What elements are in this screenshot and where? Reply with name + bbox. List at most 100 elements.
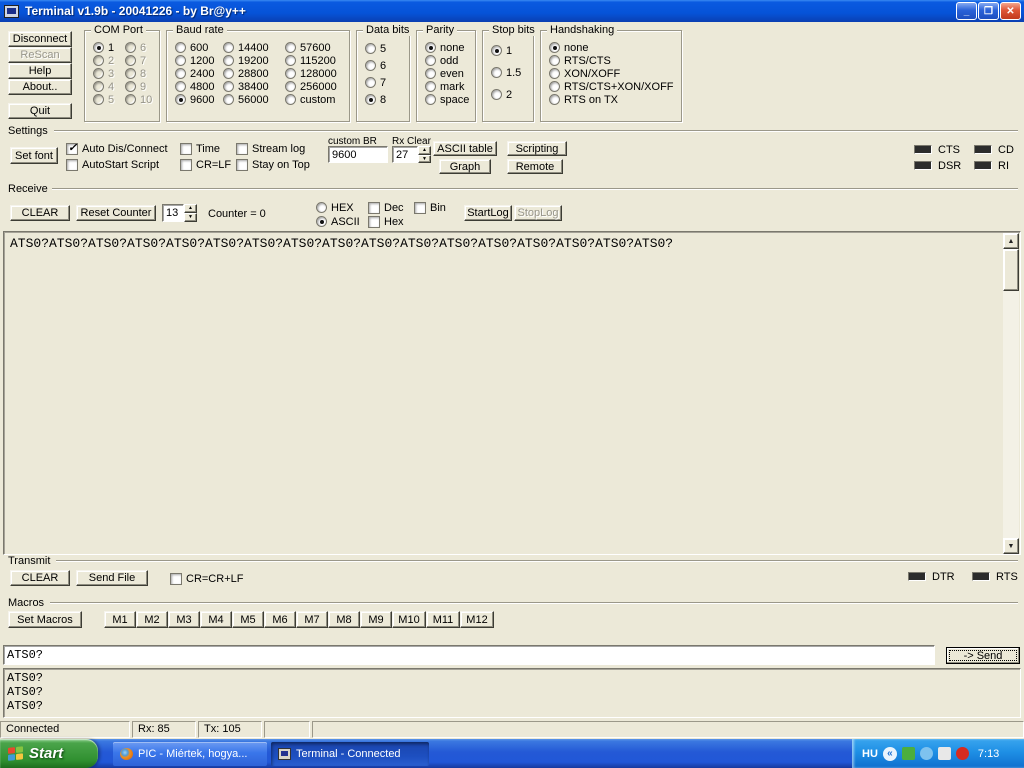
databits-option-8[interactable]: 8 [365,93,386,106]
about-button[interactable]: About.. [8,79,72,95]
macro-button-m2[interactable]: M2 [136,611,168,628]
language-indicator[interactable]: HU [862,748,878,760]
rx-hex-checkbox[interactable]: Hex [368,215,404,228]
baud-option-600[interactable]: 600 [175,41,208,54]
parity-option-space[interactable]: space [425,93,469,106]
macro-button-m9[interactable]: M9 [360,611,392,628]
macro-button-m4[interactable]: M4 [200,611,232,628]
autostart-script-checkbox[interactable]: AutoStart Script [66,158,159,171]
parity-option-mark[interactable]: mark [425,80,464,93]
baud-option-56000[interactable]: 56000 [223,93,269,106]
com-option-1[interactable]: 1 [93,41,114,54]
disconnect-button[interactable]: Disconnect [8,31,72,47]
com-option-10[interactable]: 10 [125,93,152,106]
parity-option-even[interactable]: even [425,67,464,80]
spin-down-icon[interactable]: ▼ [418,155,431,163]
receive-clear-button[interactable]: CLEAR [10,205,70,221]
macro-button-m3[interactable]: M3 [168,611,200,628]
remote-button[interactable]: Remote [507,159,563,174]
spin-up-icon[interactable]: ▲ [418,146,431,155]
startlog-button[interactable]: StartLog [464,205,512,221]
hide-icons-chevron-icon[interactable]: « [882,746,897,761]
handshake-option-none[interactable]: none [549,41,588,54]
handshake-option-rts-on-tx[interactable]: RTS on TX [549,93,618,106]
handshake-option-both[interactable]: RTS/CTS+XON/XOFF [549,80,674,93]
macro-button-m10[interactable]: M10 [392,611,426,628]
spin-up-icon[interactable]: ▲ [184,204,197,213]
cr-lf-checkbox[interactable]: CR=LF [180,158,231,171]
taskbar-task-firefox[interactable]: PIC - Miértek, hogya... [113,742,267,766]
scroll-up-icon[interactable]: ▲ [1003,233,1019,249]
handshake-option-xonxoff[interactable]: XON/XOFF [549,67,620,80]
parity-option-odd[interactable]: odd [425,54,458,67]
com-option-4[interactable]: 4 [93,80,114,93]
baud-option-2400[interactable]: 2400 [175,67,214,80]
spin-down-icon[interactable]: ▼ [184,213,197,222]
graph-button[interactable]: Graph [439,159,491,174]
com-option-5[interactable]: 5 [93,93,114,106]
baud-option-128000[interactable]: 128000 [285,67,337,80]
send-input[interactable] [3,645,935,665]
start-button[interactable]: Start [0,739,98,768]
transmit-history-area[interactable]: ATS0? ATS0? ATS0? [3,668,1021,718]
parity-option-none[interactable]: none [425,41,464,54]
help-button[interactable]: Help [8,63,72,79]
baud-option-14400[interactable]: 14400 [223,41,269,54]
receive-terminal-area[interactable]: ATS0?ATS0?ATS0?ATS0?ATS0?ATS0?ATS0?ATS0?… [3,231,1021,555]
close-button[interactable]: ✕ [1000,2,1021,20]
databits-option-7[interactable]: 7 [365,76,386,89]
transmit-clear-button[interactable]: CLEAR [10,570,70,586]
com-option-8[interactable]: 8 [125,67,146,80]
rescan-button[interactable]: ReScan [8,47,72,63]
stay-on-top-checkbox[interactable]: Stay on Top [236,158,310,171]
baud-option-256000[interactable]: 256000 [285,80,337,93]
send-file-button[interactable]: Send File [76,570,148,586]
com-option-6[interactable]: 6 [125,41,146,54]
databits-option-5[interactable]: 5 [365,42,386,55]
baud-option-9600[interactable]: 9600 [175,93,214,106]
time-checkbox[interactable]: Time [180,142,220,155]
rx-ascii-radio[interactable]: ASCII [316,215,360,228]
stopbits-option-1-5[interactable]: 1.5 [491,66,521,79]
taskbar-task-terminal[interactable]: Terminal - Connected [271,742,429,766]
rx-clear-input[interactable] [392,146,418,163]
receive-scrollbar[interactable]: ▲ ▼ [1003,233,1019,554]
com-option-9[interactable]: 9 [125,80,146,93]
baud-option-38400[interactable]: 38400 [223,80,269,93]
stream-log-checkbox[interactable]: Stream log [236,142,305,155]
macro-button-m8[interactable]: M8 [328,611,360,628]
counter-count-input[interactable] [162,204,184,222]
baud-option-19200[interactable]: 19200 [223,54,269,67]
minimize-button[interactable]: _ [956,2,977,20]
com-option-2[interactable]: 2 [93,54,114,67]
ati-icon[interactable] [955,747,969,760]
send-button[interactable]: -> Send [946,647,1020,664]
rx-bin-checkbox[interactable]: Bin [414,201,446,214]
macro-button-m1[interactable]: M1 [104,611,136,628]
baud-option-57600[interactable]: 57600 [285,41,331,54]
scripting-button[interactable]: Scripting [507,141,567,156]
rx-dec-checkbox[interactable]: Dec [368,201,404,214]
stoplog-button[interactable]: StopLog [514,205,562,221]
cr-crlf-checkbox[interactable]: CR=CR+LF [170,572,243,585]
set-macros-button[interactable]: Set Macros [8,611,82,628]
stopbits-option-2[interactable]: 2 [491,88,512,101]
quit-button[interactable]: Quit [8,103,72,119]
rx-hex-radio[interactable]: HEX [316,201,354,214]
macro-button-m12[interactable]: M12 [460,611,494,628]
macro-button-m5[interactable]: M5 [232,611,264,628]
set-font-button[interactable]: Set font [10,147,58,164]
com-option-7[interactable]: 7 [125,54,146,67]
macro-button-m7[interactable]: M7 [296,611,328,628]
tray-icon-blue[interactable] [919,747,933,760]
baud-option-custom[interactable]: custom [285,93,335,106]
scrollbar-thumb[interactable] [1003,249,1019,291]
macro-button-m6[interactable]: M6 [264,611,296,628]
baud-option-4800[interactable]: 4800 [175,80,214,93]
handshake-option-rtscts[interactable]: RTS/CTS [549,54,611,67]
baud-option-115200[interactable]: 115200 [285,54,336,67]
baud-option-1200[interactable]: 1200 [175,54,214,67]
reset-counter-button[interactable]: Reset Counter [76,205,156,221]
macro-button-m11[interactable]: M11 [426,611,460,628]
custom-br-input[interactable] [328,146,388,163]
